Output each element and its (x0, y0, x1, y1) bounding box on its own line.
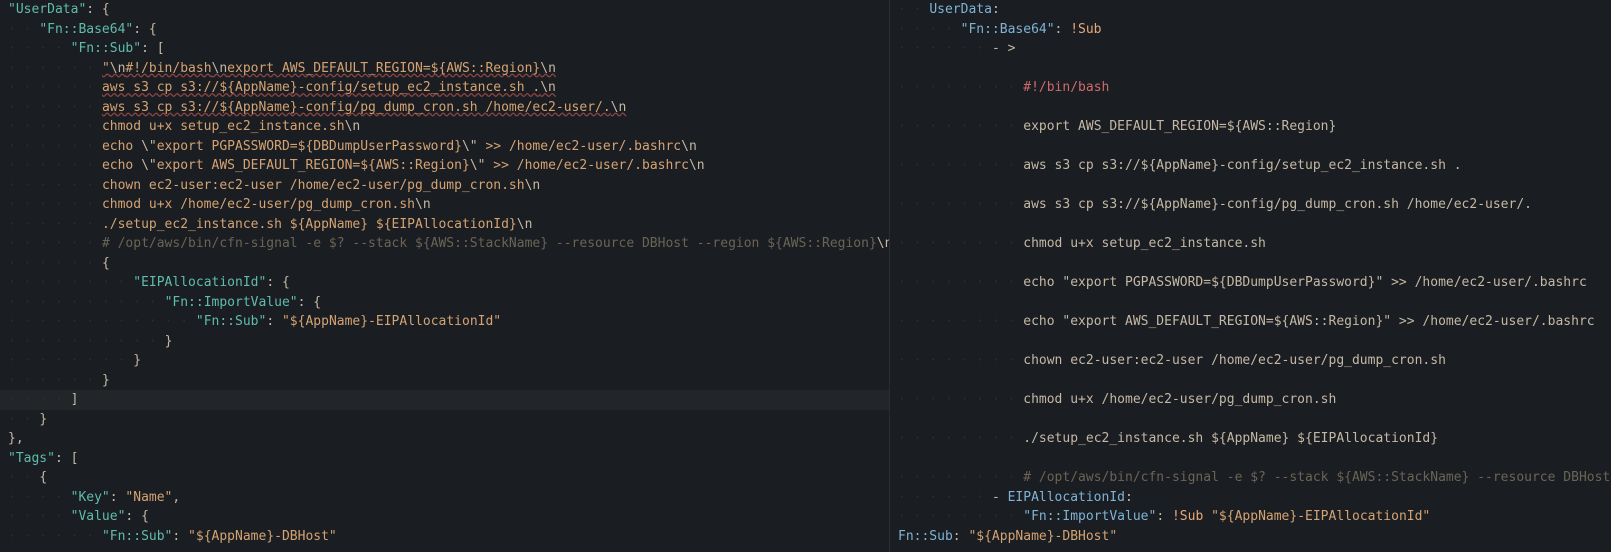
code-line[interactable]: · · · · · · · · } (0, 351, 889, 371)
code-line[interactable]: "UserData": { (0, 0, 889, 20)
code-line[interactable]: · · · · · · · · export AWS_DEFAULT_REGIO… (890, 117, 1611, 137)
code-line[interactable]: · · · · · · · · chown ec2-user:ec2-user … (890, 351, 1611, 371)
code-line[interactable]: · · · · · · · · chmod u+x /home/ec2-user… (890, 390, 1611, 410)
code-line[interactable] (890, 98, 1611, 118)
code-line[interactable]: · · · · · · aws s3 cp s3://${AppName}-co… (0, 98, 889, 118)
code-line[interactable]: · · · · ] (0, 390, 889, 410)
code-line[interactable]: · · · · · · · · · · · · "Fn::Sub": "${Ap… (0, 312, 889, 332)
code-line[interactable]: · · · · · · · · "EIPAllocationId": { (0, 273, 889, 293)
code-line[interactable]: · · · · · · ./setup_ec2_instance.sh ${Ap… (0, 215, 889, 235)
code-line[interactable]: · · · · · · · · #!/bin/bash (890, 78, 1611, 98)
code-line[interactable]: · · · · · · aws s3 cp s3://${AppName}-co… (0, 78, 889, 98)
code-line[interactable]: }, (0, 429, 889, 449)
code-line[interactable]: Fn::Sub: "${AppName}-DBHost" (890, 527, 1611, 547)
code-line[interactable]: · · · · · · · · chmod u+x setup_ec2_inst… (890, 234, 1611, 254)
code-line[interactable]: · · · · · · echo \"export PGPASSWORD=${D… (0, 137, 889, 157)
code-line[interactable]: · · UserData: (890, 0, 1611, 20)
code-line[interactable] (890, 59, 1611, 79)
code-line[interactable]: · · · · · · · · · · "Fn::ImportValue": { (0, 293, 889, 313)
code-line[interactable] (890, 371, 1611, 391)
code-line[interactable]: · · · · · · } (0, 371, 889, 391)
code-line[interactable]: · · · · · · - > (890, 39, 1611, 59)
code-line[interactable] (890, 215, 1611, 235)
code-line[interactable]: · · · · · · - EIPAllocationId: (890, 488, 1611, 508)
code-line[interactable] (890, 293, 1611, 313)
code-line[interactable]: · · · · · · { (0, 254, 889, 274)
code-line[interactable]: · · · · "Key": "Name", (0, 488, 889, 508)
code-line[interactable]: · · · · "Value": { (0, 507, 889, 527)
code-line[interactable]: · · · · · · chown ec2-user:ec2-user /hom… (0, 176, 889, 196)
code-line[interactable]: · · · · · · · · ./setup_ec2_instance.sh … (890, 429, 1611, 449)
code-line[interactable] (890, 410, 1611, 430)
code-line[interactable]: · · · · · · · · aws s3 cp s3://${AppName… (890, 195, 1611, 215)
code-line[interactable]: · · · · · · · · # /opt/aws/bin/cfn-signa… (890, 468, 1611, 488)
code-line[interactable]: "Tags": [ (0, 449, 889, 469)
code-line[interactable]: · · · · · · · · aws s3 cp s3://${AppName… (890, 156, 1611, 176)
code-line[interactable]: · · · · · · · · · · } (0, 332, 889, 352)
code-line[interactable]: · · · · · · chmod u+x /home/ec2-user/pg_… (0, 195, 889, 215)
code-line[interactable] (890, 254, 1611, 274)
code-line[interactable]: · · · · · · "Fn::Sub": "${AppName}-DBHos… (0, 527, 889, 547)
code-line[interactable]: · · · · · · chmod u+x setup_ec2_instance… (0, 117, 889, 137)
code-line[interactable] (890, 332, 1611, 352)
code-line[interactable]: · · · · "Fn::Base64": !Sub (890, 20, 1611, 40)
left-editor-pane[interactable]: "UserData": {· · "Fn::Base64": {· · · · … (0, 0, 890, 552)
right-editor-pane[interactable]: · · UserData:· · · · "Fn::Base64": !Sub·… (890, 0, 1611, 552)
code-line[interactable]: · · · · "Fn::Sub": [ (0, 39, 889, 59)
code-line[interactable]: · · · · · · # /opt/aws/bin/cfn-signal -e… (0, 234, 889, 254)
code-line[interactable]: · · · · · · "\n#!/bin/bash\nexport AWS_D… (0, 59, 889, 79)
code-line[interactable]: · · · · · · echo \"export AWS_DEFAULT_RE… (0, 156, 889, 176)
code-line[interactable]: · · · · · · · · "Fn::ImportValue": !Sub … (890, 507, 1611, 527)
code-line[interactable]: · · } (0, 410, 889, 430)
code-line[interactable]: · · { (0, 468, 889, 488)
code-line[interactable]: · · · · · · · · echo "export PGPASSWORD=… (890, 273, 1611, 293)
code-line[interactable] (890, 449, 1611, 469)
code-line[interactable] (890, 176, 1611, 196)
code-line[interactable] (890, 137, 1611, 157)
code-line[interactable]: · · · · · · · · echo "export AWS_DEFAULT… (890, 312, 1611, 332)
code-line[interactable]: · · "Fn::Base64": { (0, 20, 889, 40)
